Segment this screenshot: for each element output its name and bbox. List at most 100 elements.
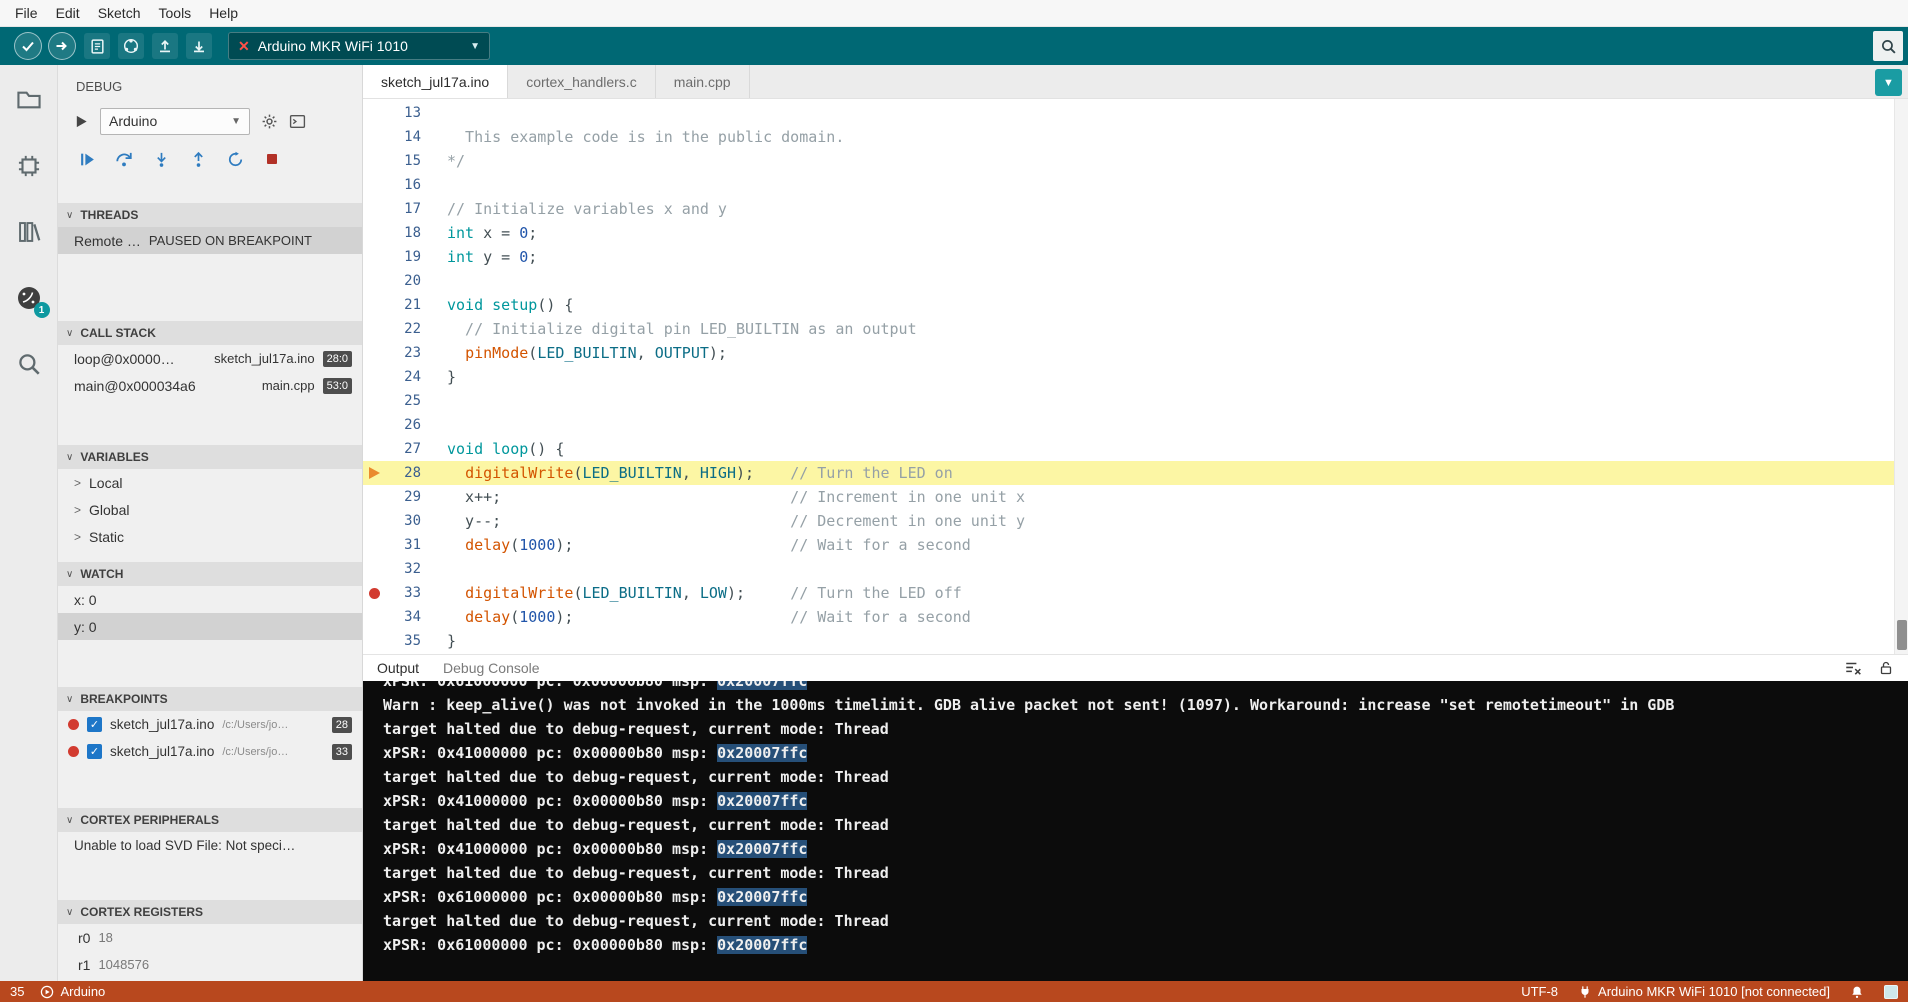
menu-tools[interactable]: Tools	[150, 5, 201, 21]
code-line[interactable]: 15*/	[363, 149, 1908, 173]
code-line[interactable]: 22 // Initialize digital pin LED_BUILTIN…	[363, 317, 1908, 341]
remote-sketchbook-button[interactable]	[118, 33, 144, 59]
register-row[interactable]: r1 1048576	[58, 951, 362, 978]
gutter[interactable]: 24	[363, 365, 421, 389]
export-binary-button[interactable]	[152, 33, 178, 59]
gutter[interactable]: 23	[363, 341, 421, 365]
encoding-indicator[interactable]: UTF-8	[1521, 984, 1558, 999]
gutter[interactable]: 34	[363, 605, 421, 629]
gutter[interactable]: 33	[363, 581, 421, 605]
sidebar-item-debug[interactable]: 1	[14, 283, 44, 313]
clear-output-icon[interactable]	[1844, 659, 1862, 677]
code-line[interactable]: 23 pinMode(LED_BUILTIN, OUTPUT);	[363, 341, 1908, 365]
code-line[interactable]: 24}	[363, 365, 1908, 389]
cortex-peripherals-header[interactable]: ∨CORTEX PERIPHERALS	[58, 808, 362, 832]
board-selector-dropdown[interactable]: ✕ Arduino MKR WiFi 1010 ▼	[228, 32, 490, 60]
call-stack-frame-row[interactable]: loop@0x0000… sketch_jul17a.ino 28:0	[58, 345, 362, 372]
step-over-button[interactable]	[115, 150, 133, 168]
watch-header[interactable]: ∨WATCH	[58, 562, 362, 586]
menu-sketch[interactable]: Sketch	[89, 5, 150, 21]
gutter[interactable]: 15	[363, 149, 421, 173]
continue-button[interactable]	[78, 150, 96, 168]
output-console[interactable]: xPSR: 0x61000000 pc: 0x00000b80 msp: 0x2…	[363, 681, 1908, 981]
code-line[interactable]: 18int x = 0;	[363, 221, 1908, 245]
breakpoint-checkbox[interactable]: ✓	[87, 717, 102, 732]
call-stack-frame-row[interactable]: main@0x000034a6 main.cpp 53:0	[58, 372, 362, 399]
debug-button[interactable]	[84, 33, 110, 59]
code-line[interactable]: 14 This example code is in the public do…	[363, 125, 1908, 149]
menu-help[interactable]: Help	[200, 5, 247, 21]
code-line[interactable]: 21void setup() {	[363, 293, 1908, 317]
code-line[interactable]: 13	[363, 101, 1908, 125]
scroll-lock-icon[interactable]	[1878, 660, 1894, 676]
code-editor[interactable]: 1314 This example code is in the public …	[363, 99, 1908, 654]
import-binary-button[interactable]	[186, 33, 212, 59]
goto-line-indicator[interactable]: 35	[10, 984, 24, 999]
breakpoints-header[interactable]: ∨BREAKPOINTS	[58, 687, 362, 711]
panel-toggle-icon[interactable]	[1884, 985, 1898, 999]
gutter[interactable]: 17	[363, 197, 421, 221]
watch-expression-row[interactable]: y: 0	[58, 613, 362, 640]
cortex-registers-header[interactable]: ∨CORTEX REGISTERS	[58, 900, 362, 924]
debug-console-icon[interactable]	[289, 113, 306, 130]
gutter[interactable]: 31	[363, 533, 421, 557]
tab-main-cpp[interactable]: main.cpp	[656, 65, 750, 98]
restart-button[interactable]	[226, 150, 244, 168]
verify-button[interactable]	[14, 32, 42, 60]
step-into-button[interactable]	[152, 150, 170, 168]
gutter[interactable]: 30	[363, 509, 421, 533]
gutter[interactable]: 20	[363, 269, 421, 293]
debug-config-select[interactable]: Arduino ▼	[100, 108, 250, 135]
sidebar-item-library-manager[interactable]	[14, 217, 44, 247]
gutter[interactable]: 26	[363, 413, 421, 437]
code-line[interactable]: 31 delay(1000); // Wait for a second	[363, 533, 1908, 557]
threads-header[interactable]: ∨THREADS	[58, 203, 362, 227]
tab-sketch-ino[interactable]: sketch_jul17a.ino	[363, 65, 508, 98]
register-row[interactable]: r0 18	[58, 924, 362, 951]
code-line[interactable]: 29 x++; // Increment in one unit x	[363, 485, 1908, 509]
code-line[interactable]: 20	[363, 269, 1908, 293]
step-out-button[interactable]	[189, 150, 207, 168]
gutter[interactable]: 22	[363, 317, 421, 341]
gutter[interactable]: 35	[363, 629, 421, 653]
upload-button[interactable]	[48, 32, 76, 60]
arduino-debug-status[interactable]: Arduino	[40, 984, 105, 999]
code-line[interactable]: 26	[363, 413, 1908, 437]
serial-monitor-button[interactable]	[1873, 31, 1903, 61]
breakpoint-row[interactable]: ✓ sketch_jul17a.ino /c:/Users/jo… 28	[58, 711, 362, 738]
code-line[interactable]: 17// Initialize variables x and y	[363, 197, 1908, 221]
gutter[interactable]: 28	[363, 461, 421, 485]
editor-scrollbar[interactable]	[1894, 99, 1908, 654]
gutter[interactable]: 29	[363, 485, 421, 509]
gutter[interactable]: 13	[363, 101, 421, 125]
menu-file[interactable]: File	[6, 5, 47, 21]
start-debug-button[interactable]	[74, 114, 89, 129]
gutter[interactable]: 18	[363, 221, 421, 245]
code-line[interactable]: 19int y = 0;	[363, 245, 1908, 269]
board-connection-status[interactable]: Arduino MKR WiFi 1010 [not connected]	[1578, 984, 1830, 999]
code-line[interactable]: 28 digitalWrite(LED_BUILTIN, HIGH); // T…	[363, 461, 1908, 485]
gutter[interactable]: 19	[363, 245, 421, 269]
code-line[interactable]: 27void loop() {	[363, 437, 1908, 461]
sidebar-item-sketchbook[interactable]	[14, 85, 44, 115]
gutter[interactable]: 25	[363, 389, 421, 413]
variables-scope-global[interactable]: >Global	[58, 496, 362, 523]
sidebar-item-search[interactable]	[14, 349, 44, 379]
tab-debug-console[interactable]: Debug Console	[443, 660, 540, 676]
code-line[interactable]: 35}	[363, 629, 1908, 653]
variables-header[interactable]: ∨VARIABLES	[58, 445, 362, 469]
editor-actions-dropdown[interactable]: ▼	[1875, 69, 1902, 96]
gutter[interactable]: 21	[363, 293, 421, 317]
gutter[interactable]: 16	[363, 173, 421, 197]
code-line[interactable]: 33 digitalWrite(LED_BUILTIN, LOW); // Tu…	[363, 581, 1908, 605]
breakpoint-checkbox[interactable]: ✓	[87, 744, 102, 759]
notifications-bell-icon[interactable]	[1850, 985, 1864, 999]
thread-row[interactable]: Remote … PAUSED ON BREAKPOINT	[58, 227, 362, 254]
watch-expression-row[interactable]: x: 0	[58, 586, 362, 613]
code-line[interactable]: 32	[363, 557, 1908, 581]
gutter[interactable]: 27	[363, 437, 421, 461]
code-line[interactable]: 34 delay(1000); // Wait for a second	[363, 605, 1908, 629]
stop-button[interactable]	[263, 150, 281, 168]
gutter[interactable]: 14	[363, 125, 421, 149]
code-line[interactable]: 30 y--; // Decrement in one unit y	[363, 509, 1908, 533]
